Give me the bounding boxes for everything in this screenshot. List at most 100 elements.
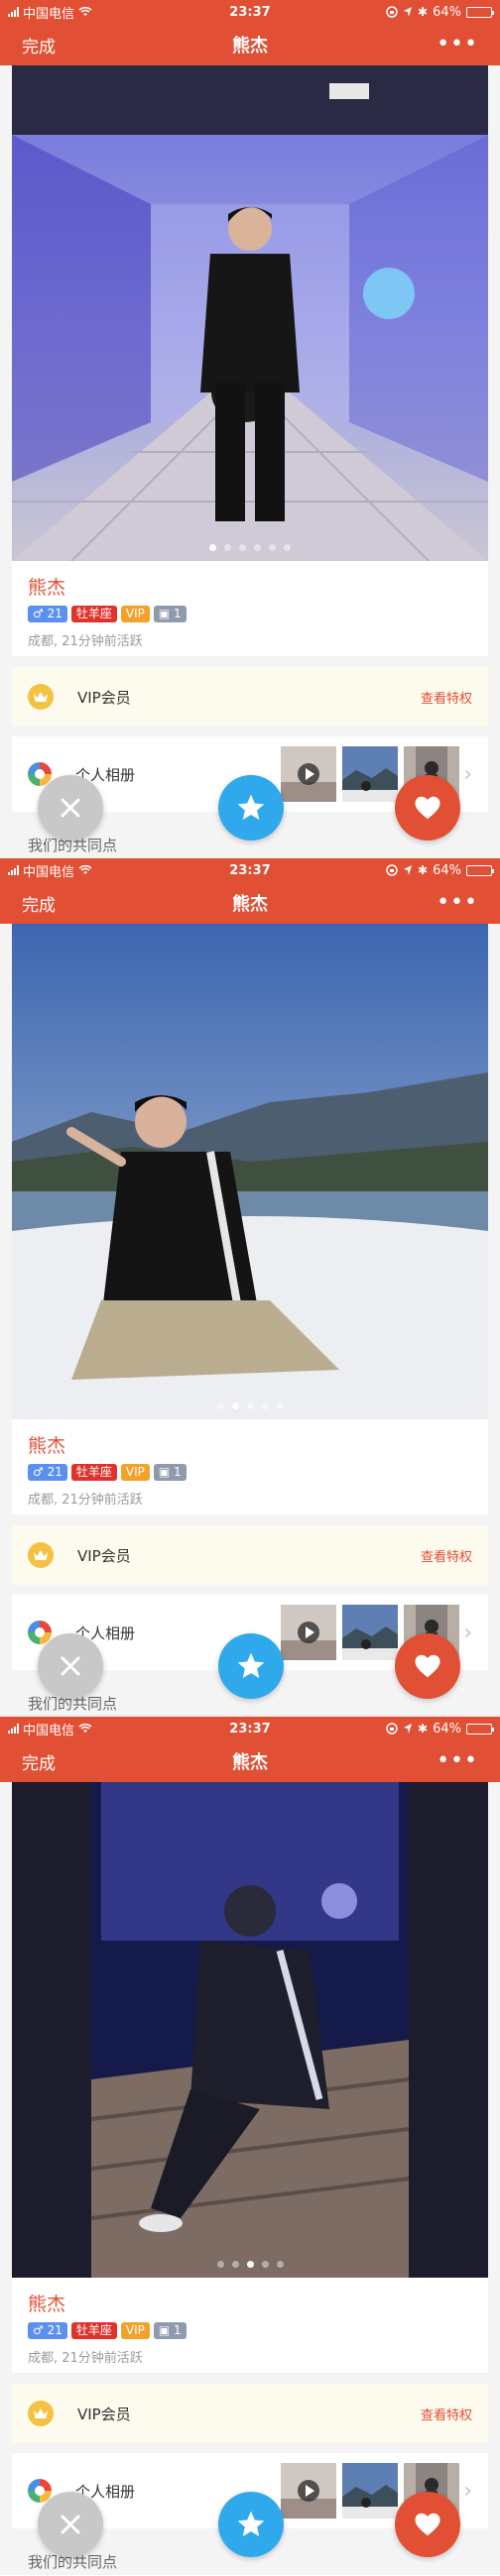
vip-badge: VIP (120, 606, 150, 622)
album-thumb-mountain[interactable] (342, 1605, 399, 1660)
photo-pagination (12, 1402, 488, 1409)
photo-image (12, 65, 488, 561)
bluetooth-icon: ✱ (418, 1722, 429, 1736)
profile-name: 熊杰 (28, 1435, 66, 1457)
close-icon (61, 2515, 80, 2534)
page-title: 熊杰 (232, 894, 268, 915)
pagination-dot (261, 2261, 269, 2268)
signal-icon (8, 1724, 19, 1734)
signal-icon (8, 7, 19, 17)
album-thumb-mountain[interactable] (342, 2463, 399, 2519)
super-like-button[interactable] (218, 1633, 284, 1699)
profile-screen-3: 中国电信 23:37 ✱ 64% 完成 熊杰 ••• 熊杰 ♂ 21 牡羊座 V… (0, 1717, 500, 2575)
profile-photo[interactable] (12, 1782, 488, 2278)
battery-icon (466, 6, 494, 18)
profile-info: 熊杰 ♂ 21 牡羊座 VIP ▣ 1 成都, 21分钟前活跃 (12, 561, 488, 656)
done-button[interactable]: 完成 (22, 891, 56, 916)
pagination-dot (276, 2261, 284, 2268)
status-right: ✱ 64% (386, 1721, 494, 1736)
heart-icon (415, 2513, 440, 2536)
battery-icon (466, 1723, 494, 1735)
profile-photo[interactable] (12, 924, 488, 1419)
pass-button[interactable] (38, 775, 103, 840)
view-privileges-link[interactable]: 查看特权 (421, 688, 472, 707)
nav-bar: 完成 熊杰 ••• (0, 1740, 500, 1782)
more-button[interactable]: ••• (437, 1750, 478, 1772)
lock-rotation-icon (386, 864, 398, 876)
pagination-dot (284, 544, 291, 551)
location-icon (404, 1724, 413, 1734)
carrier-label: 中国电信 (23, 1723, 75, 1738)
vip-member-row[interactable]: VIP会员 查看特权 (12, 2384, 488, 2443)
bluetooth-icon: ✱ (418, 5, 429, 19)
view-privileges-link[interactable]: 查看特权 (421, 1546, 472, 1565)
super-like-button[interactable] (218, 2492, 284, 2557)
pagination-dot (254, 544, 261, 551)
more-button[interactable]: ••• (437, 34, 478, 56)
view-privileges-link[interactable]: 查看特权 (421, 2405, 472, 2423)
profile-screen-1: 中国电信 23:37 ✱ 64% 完成 熊杰 ••• 熊杰 ♂ 21 牡羊座 V… (0, 0, 500, 858)
badge-row: ♂ 21 牡羊座 VIP ▣ 1 (28, 606, 472, 622)
pagination-dot (216, 2261, 224, 2268)
vip-member-label: VIP会员 (77, 688, 131, 707)
star-icon (237, 2511, 265, 2536)
profile-name: 熊杰 (28, 2294, 66, 2315)
photo-image (12, 1782, 488, 2278)
vip-badge: VIP (120, 1464, 150, 1481)
album-thumb-video[interactable] (281, 746, 337, 802)
nav-bar: 完成 熊杰 ••• (0, 882, 500, 924)
pagination-dot (216, 1402, 224, 1409)
photo-pagination (12, 544, 488, 551)
zodiac-badge: 牡羊座 (70, 2322, 117, 2339)
battery-percent: 64% (433, 1721, 461, 1736)
gender-age-badge: ♂ 21 (28, 2322, 67, 2339)
album-thumb-mountain[interactable] (342, 746, 399, 802)
pagination-dot (276, 1402, 284, 1409)
album-thumb-video[interactable] (281, 2463, 337, 2519)
profile-photo[interactable] (12, 65, 488, 561)
like-button[interactable] (395, 775, 460, 840)
battery-icon (466, 864, 494, 876)
status-bar: 中国电信 23:37 ✱ 64% (0, 858, 500, 882)
carrier-group: 中国电信 (8, 861, 92, 880)
lock-rotation-icon (386, 6, 398, 18)
pagination-dot (246, 1402, 254, 1409)
photo-pagination (12, 2261, 488, 2268)
vip-member-row[interactable]: VIP会员 查看特权 (12, 1525, 488, 1585)
star-icon (237, 794, 265, 820)
pagination-dot (231, 2261, 239, 2268)
page-title: 熊杰 (232, 1752, 268, 1773)
status-bar: 中国电信 23:37 ✱ 64% (0, 1717, 500, 1740)
profile-info: 熊杰 ♂ 21 牡羊座 VIP ▣ 1 成都, 21分钟前活跃 (12, 2278, 488, 2373)
lock-rotation-icon (386, 1723, 398, 1735)
pagination-dot (209, 544, 216, 551)
like-button[interactable] (395, 2492, 460, 2557)
pass-button[interactable] (38, 2492, 103, 2557)
carrier-group: 中国电信 (8, 3, 92, 22)
album-thumb-video[interactable] (281, 1605, 337, 1660)
carrier-label: 中国电信 (23, 6, 75, 22)
nav-bar: 完成 熊杰 ••• (0, 24, 500, 65)
status-right: ✱ 64% (386, 5, 494, 20)
location-icon (404, 7, 413, 17)
pass-button[interactable] (38, 1633, 103, 1699)
more-button[interactable]: ••• (437, 892, 478, 914)
like-button[interactable] (395, 1633, 460, 1699)
done-button[interactable]: 完成 (22, 33, 56, 57)
badge-row: ♂ 21 牡羊座 VIP ▣ 1 (28, 2322, 472, 2339)
done-button[interactable]: 完成 (22, 1749, 56, 1774)
pagination-dot (261, 1402, 269, 1409)
level-badge: ▣ 1 (153, 606, 187, 622)
badge-row: ♂ 21 牡羊座 VIP ▣ 1 (28, 1464, 472, 1481)
close-icon (61, 798, 80, 818)
status-right: ✱ 64% (386, 862, 494, 878)
level-badge: ▣ 1 (153, 2322, 187, 2339)
battery-percent: 64% (433, 862, 461, 878)
heart-icon (415, 796, 440, 820)
super-like-button[interactable] (218, 775, 284, 840)
vip-member-label: VIP会员 (77, 1546, 131, 1565)
vip-member-row[interactable]: VIP会员 查看特权 (12, 667, 488, 727)
carrier-group: 中国电信 (8, 1720, 92, 1738)
chevron-right-icon: › (463, 761, 472, 787)
vip-member-label: VIP会员 (77, 2405, 131, 2423)
